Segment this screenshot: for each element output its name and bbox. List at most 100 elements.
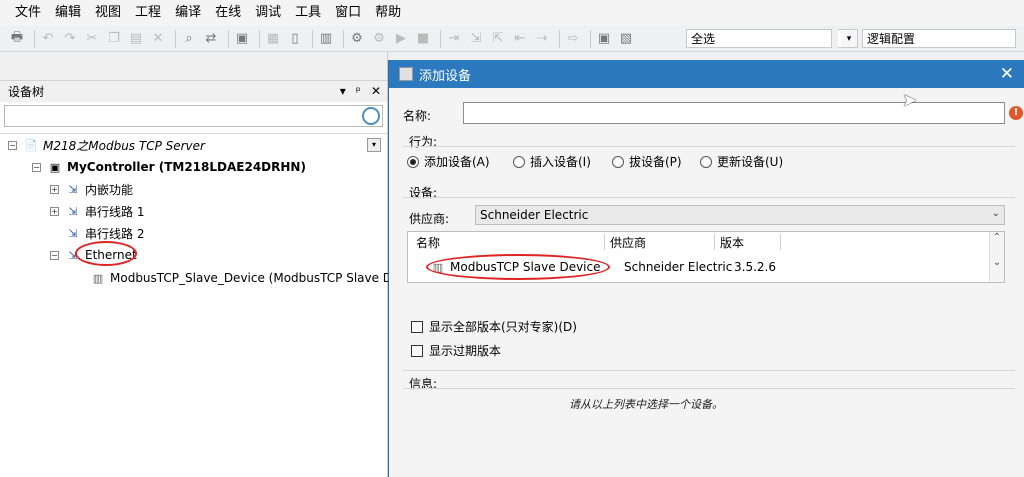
cursor-icon[interactable]: ⇢	[533, 30, 551, 48]
tree-controller-label: MyController (TM218LDAE24DRHN)	[67, 160, 306, 174]
redo-icon[interactable]: ↷	[61, 30, 79, 48]
dialog-title-bar: 添加设备 ✕	[389, 60, 1024, 88]
menu-view[interactable]: 视图	[88, 0, 128, 26]
tree-item-root[interactable]: − 📄 M218之Modbus TCP Server	[8, 134, 386, 156]
device-icon: ▥	[92, 271, 104, 285]
config-combo[interactable]: 逻辑配置	[862, 29, 1016, 48]
tree-item-modbus-slave[interactable]: ▥ ModbusTCP_Slave_Device (ModbusTCP Slav…	[90, 267, 429, 289]
add-device-icon[interactable]: ▧	[617, 30, 635, 48]
copy-icon[interactable]: ❐	[105, 30, 123, 48]
paste-icon[interactable]: ▤	[127, 30, 145, 48]
breakpoint-icon[interactable]: ⇤	[511, 30, 529, 48]
window-icon[interactable]: ▣	[233, 30, 251, 48]
tree-item-controller[interactable]: − ▣ MyController (TM218LDAE24DRHN)	[32, 156, 306, 178]
search-icon[interactable]	[362, 107, 380, 125]
column-header-vendor[interactable]: 供应商	[610, 232, 646, 252]
select-all-combo[interactable]: 全选	[686, 29, 832, 48]
tree-item-ethernet[interactable]: − ⇲ Ethernet	[50, 244, 137, 266]
collapse-icon[interactable]: −	[8, 140, 17, 150]
device-list-row[interactable]: ▥ ModbusTCP Slave Device Schneider Elect…	[430, 257, 990, 277]
list-scrollbar[interactable]: ⌃ ⌄	[989, 232, 1004, 282]
menu-file[interactable]: 文件	[8, 0, 48, 26]
device-tree-search-input[interactable]	[4, 105, 383, 127]
column-header-name[interactable]: 名称	[416, 232, 440, 252]
menu-build[interactable]: 编译	[168, 0, 208, 26]
run-icon[interactable]: ▶	[392, 30, 410, 48]
menu-debug[interactable]: 调试	[248, 0, 288, 26]
build-icon[interactable]: ▥	[317, 30, 335, 48]
show-all-versions-checkbox[interactable]: 显示全部版本(只对专家)(D)	[411, 318, 577, 335]
expand-icon[interactable]: +	[50, 184, 59, 194]
collapse-icon[interactable]: −	[32, 162, 41, 172]
arrow-icon[interactable]: ⇨	[564, 30, 582, 48]
new-file-icon[interactable]: ▯	[286, 30, 304, 48]
tree-item-embedded[interactable]: + ⇲ 内嵌功能	[50, 178, 133, 200]
add-object-icon[interactable]: ▦	[264, 30, 282, 48]
find-icon[interactable]: ⌕	[180, 30, 198, 48]
step-into-icon[interactable]: ⇲	[467, 30, 485, 48]
column-header-version[interactable]: 版本	[720, 232, 744, 252]
connector-icon: ⇲	[68, 248, 78, 262]
collapse-icon[interactable]: −	[50, 250, 59, 260]
group-divider	[403, 370, 1015, 371]
radio-update-device[interactable]: 更新设备(U)	[700, 153, 783, 170]
show-outdated-checkbox[interactable]: 显示过期版本	[411, 342, 501, 359]
chevron-down-icon[interactable]: ▾	[367, 138, 381, 152]
tree-item-label: Ethernet	[85, 248, 137, 262]
pin-icon[interactable]: ᵖ	[356, 84, 361, 98]
checkbox-label: 显示过期版本	[429, 344, 502, 358]
toolbar-separator	[440, 29, 441, 48]
stop-icon[interactable]: ■	[414, 30, 432, 48]
menu-edit[interactable]: 编辑	[48, 0, 88, 26]
cut-icon[interactable]: ✂	[83, 30, 101, 48]
close-icon[interactable]: ✕	[1000, 64, 1014, 84]
chevron-up-icon[interactable]: ⌃	[990, 232, 1004, 243]
config-combo-value: 逻辑配置	[867, 32, 916, 46]
menu-tools[interactable]: 工具	[288, 0, 328, 26]
step-over-icon[interactable]: ⇥	[445, 30, 463, 48]
menu-online[interactable]: 在线	[208, 0, 248, 26]
menu-help[interactable]: 帮助	[368, 0, 408, 26]
replace-icon[interactable]: ⇄	[202, 30, 220, 48]
radio-insert-device[interactable]: 插入设备(I)	[513, 153, 591, 170]
select-all-combo-dropdown[interactable]: ▾	[838, 29, 858, 48]
info-text: 请从以上列表中选择一个设备。	[569, 398, 723, 411]
mouse-cursor-icon: ➤	[902, 90, 918, 111]
action-group-label: 行为:	[409, 135, 438, 149]
tree-item-serial-2[interactable]: ⇲ 串行线路 2	[65, 222, 144, 244]
name-field[interactable]	[463, 102, 1005, 124]
close-pane-icon[interactable]: ✕	[371, 84, 381, 98]
group-divider	[403, 146, 1015, 147]
device-tree: − 📄 M218之Modbus TCP Server ▾ − ▣ MyContr…	[0, 133, 429, 463]
menu-project[interactable]: 工程	[128, 0, 168, 26]
radio-plug-device[interactable]: 拔设备(P)	[612, 153, 682, 170]
step-out-icon[interactable]: ⇱	[489, 30, 507, 48]
column-divider	[604, 234, 605, 250]
menu-window[interactable]: 窗口	[328, 0, 368, 26]
toolbar-separator	[559, 29, 560, 48]
tree-item-label: 内嵌功能	[85, 182, 134, 197]
toolbar: 🖶 ↶ ↷ ✂ ❐ ▤ ✕ ⌕ ⇄ ▣ ▦ ▯ ▥ ⚙ ⚙ ▶ ■ ⇥ ⇲ ⇱ …	[0, 26, 1024, 52]
device-icon: ▥	[432, 260, 444, 274]
toolbar-separator	[590, 29, 591, 48]
radio-label: 更新设备(U)	[717, 155, 784, 169]
expand-icon[interactable]: +	[50, 206, 59, 216]
device-icon[interactable]: ▣	[595, 30, 613, 48]
tree-item-label: 串行线路 2	[85, 226, 145, 241]
toolbar-separator	[343, 29, 344, 48]
info-group-label: 信息:	[409, 377, 438, 391]
tree-item-serial-1[interactable]: + ⇲ 串行线路 1	[50, 200, 144, 222]
group-divider	[403, 197, 1015, 198]
device-name-cell: ModbusTCP Slave Device	[450, 260, 601, 274]
vendor-select[interactable]: Schneider Electric ⌄	[475, 205, 1005, 225]
logout-icon[interactable]: ⚙	[370, 30, 388, 48]
pane-menu-icon[interactable]: ▾	[340, 84, 346, 98]
connector-icon: ⇲	[68, 226, 78, 240]
print-icon[interactable]: 🖶	[8, 30, 26, 48]
delete-icon[interactable]: ✕	[149, 30, 167, 48]
chevron-down-icon[interactable]: ⌄	[990, 257, 1004, 268]
undo-icon[interactable]: ↶	[39, 30, 57, 48]
checkbox-label: 显示全部版本(只对专家)(D)	[429, 320, 577, 334]
login-icon[interactable]: ⚙	[348, 30, 366, 48]
radio-add-device[interactable]: 添加设备(A)	[407, 153, 490, 170]
